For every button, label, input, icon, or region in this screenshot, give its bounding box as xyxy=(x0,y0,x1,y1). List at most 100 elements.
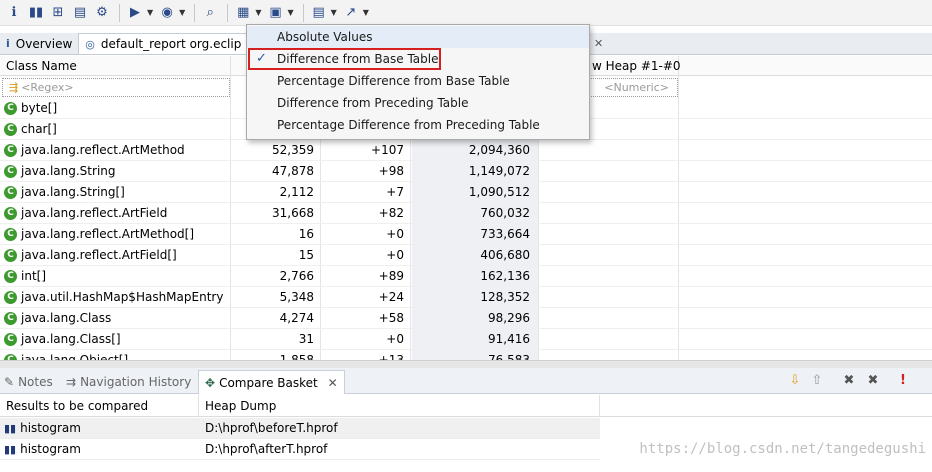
heap-cell: 406,680 xyxy=(480,248,530,262)
class-icon: C xyxy=(4,123,17,136)
compare-results-icon[interactable]: ! xyxy=(894,372,912,390)
move-down-icon[interactable]: ⇩ xyxy=(786,372,804,390)
class-name: java.lang.Object[] xyxy=(21,353,129,360)
calculate-retained-icon[interactable]: ▣ xyxy=(265,3,285,23)
diff-cell: +89 xyxy=(378,269,404,283)
class-icon: C xyxy=(4,165,17,178)
heap-cell: 162,136 xyxy=(480,269,530,283)
toolbar-separator xyxy=(227,3,229,22)
chevron-down-icon[interactable]: ▼ xyxy=(287,8,293,17)
class-name: java.lang.reflect.ArtMethod[] xyxy=(21,227,195,241)
list-item[interactable]: ▮▮ histogram D:\hprof\afterT.hprof xyxy=(0,439,600,460)
chevron-down-icon[interactable]: ▼ xyxy=(363,8,369,17)
notes-icon: ✎ xyxy=(4,375,15,389)
panel-splitter[interactable] xyxy=(0,360,932,368)
menu-item[interactable]: Percentage Difference from Preceding Tab… xyxy=(247,114,589,136)
table-row[interactable]: Cjava.lang.String 47,878 +98 1,149,072 xyxy=(0,161,932,182)
search-icon[interactable]: ⌕ xyxy=(200,3,220,23)
remove-all-icon[interactable]: ✖ xyxy=(864,372,882,390)
heap-cell: 91,416 xyxy=(488,332,530,346)
result-name: histogram xyxy=(20,421,81,435)
table-row[interactable]: Cjava.lang.reflect.ArtField[] 15 +0 406,680 xyxy=(0,245,932,266)
info-icon[interactable]: ℹ xyxy=(4,3,24,23)
table-row[interactable]: Cjava.lang.Object[] 1,858 +13 76,583 xyxy=(0,350,932,360)
table-row[interactable]: Cjava.lang.String[] 2,112 +7 1,090,512 xyxy=(0,182,932,203)
menu-item-label: Percentage Difference from Base Table xyxy=(277,74,510,88)
group-by-icon[interactable]: ▦ xyxy=(233,3,253,23)
remove-icon[interactable]: ✖ xyxy=(840,372,858,390)
histogram-icon[interactable]: ▮▮ xyxy=(26,3,46,23)
heap-cell: 128,352 xyxy=(480,290,530,304)
class-icon: C xyxy=(4,312,17,325)
objects-cell: 1,858 xyxy=(279,353,314,360)
move-up-icon[interactable]: ⇧ xyxy=(808,372,826,390)
table-row[interactable]: Cjava.lang.Class[] 31 +0 91,416 xyxy=(0,329,932,350)
menu-item-label: Percentage Difference from Preceding Tab… xyxy=(277,118,540,132)
class-name-cell: Cjava.lang.Class xyxy=(4,308,230,329)
class-name-cell: Cjava.lang.reflect.ArtField[] xyxy=(4,245,230,266)
chevron-down-icon[interactable]: ▼ xyxy=(179,8,185,17)
tab-label: Overview xyxy=(15,36,73,51)
close-icon[interactable]: ✕ xyxy=(594,37,603,50)
highlight-box xyxy=(248,48,441,70)
result-name: histogram xyxy=(20,442,81,456)
watermark: https://blog.csdn.net/tangedegushi xyxy=(639,441,926,457)
objects-cell: 2,112 xyxy=(279,185,314,199)
class-name-cell: Cjava.lang.reflect.ArtMethod xyxy=(4,140,230,161)
column-header-results[interactable]: Results to be compared xyxy=(0,395,199,417)
menu-item-label: Absolute Values xyxy=(277,30,373,44)
tab-overview[interactable]: i Overview xyxy=(0,33,78,54)
toolbar-separator xyxy=(194,3,196,22)
run-report-icon[interactable]: ▶ xyxy=(125,3,145,23)
tab-navigation-history[interactable]: ⇉ Navigation History xyxy=(66,370,191,394)
class-name: java.lang.Class xyxy=(21,311,112,325)
heap-cell: 733,664 xyxy=(480,227,530,241)
tab-default-report[interactable]: ◎ default_report org.eclip xyxy=(78,33,249,54)
menu-item[interactable]: Difference from Preceding Table xyxy=(247,92,589,114)
table-row[interactable]: Cjava.lang.reflect.ArtField 31,668 +82 760,… xyxy=(0,203,932,224)
gear-icon[interactable]: ⚙ xyxy=(92,3,112,23)
toolbar-separator xyxy=(302,3,304,22)
class-name-cell: Cjava.lang.Object[] xyxy=(4,350,230,360)
table-row[interactable]: Cjava.util.HashMap$HashMapEntry 5,348 +24 1… xyxy=(0,287,932,308)
report-icon: ◎ xyxy=(85,37,95,51)
diff-cell: +98 xyxy=(378,164,404,178)
tab-compare-basket[interactable]: ✥ Compare Basket ✕ xyxy=(198,370,345,394)
class-name: java.lang.reflect.ArtMethod xyxy=(21,143,185,157)
menu-item[interactable]: Percentage Difference from Base Table xyxy=(247,70,589,92)
dominator-tree-icon[interactable]: ⊞ xyxy=(48,3,68,23)
heap-dump-cell: D:\hprof\beforeT.hprof xyxy=(205,421,338,435)
table-row[interactable]: Cint[] 2,766 +89 162,136 xyxy=(0,266,932,287)
heap-cell: 1,149,072 xyxy=(468,164,530,178)
heap-cell: 76,583 xyxy=(488,353,530,360)
compare-icon[interactable]: ↗ xyxy=(341,3,361,23)
class-name-cell: Cjava.lang.String[] xyxy=(4,182,230,203)
info-icon: i xyxy=(6,37,10,50)
column-header-class-name[interactable]: Class Name xyxy=(0,56,231,76)
class-icon: C xyxy=(4,270,17,283)
heap-diff-header-label: w Heap #1-#0 xyxy=(592,59,681,73)
oql-icon[interactable]: ▤ xyxy=(70,3,90,23)
menu-item[interactable]: Absolute Values xyxy=(247,26,589,48)
chevron-down-icon[interactable]: ▼ xyxy=(255,8,261,17)
table-row[interactable]: Cjava.lang.Class 4,274 +58 98,296 xyxy=(0,308,932,329)
column-header-heap-dump[interactable]: Heap Dump xyxy=(199,395,600,417)
table-row[interactable]: Cjava.lang.reflect.ArtMethod 52,359 +107 2,… xyxy=(0,140,932,161)
chevron-down-icon[interactable]: ▼ xyxy=(331,8,337,17)
class-icon: C xyxy=(4,102,17,115)
heap-cell: 760,032 xyxy=(480,206,530,220)
tab-notes[interactable]: ✎ Notes xyxy=(4,370,53,394)
class-name-cell: Cchar[] xyxy=(4,119,230,140)
chevron-down-icon[interactable]: ▼ xyxy=(147,8,153,17)
compare-basket-header: Results to be compared Heap Dump xyxy=(0,395,932,417)
regex-filter-input[interactable]: ⇶ <Regex> xyxy=(2,78,230,97)
class-icon: C xyxy=(4,228,17,241)
table-row[interactable]: Cjava.lang.reflect.ArtMethod[] 16 +0 733,66… xyxy=(0,224,932,245)
class-name: byte[] xyxy=(21,101,58,115)
objects-cell: 47,878 xyxy=(272,164,314,178)
export-icon[interactable]: ▤ xyxy=(309,3,329,23)
close-icon[interactable]: ✕ xyxy=(328,376,338,390)
menu-item-label: Difference from Preceding Table xyxy=(277,96,469,110)
list-item[interactable]: ▮▮ histogram D:\hprof\beforeT.hprof xyxy=(0,418,600,439)
query-browser-icon[interactable]: ◉ xyxy=(157,3,177,23)
